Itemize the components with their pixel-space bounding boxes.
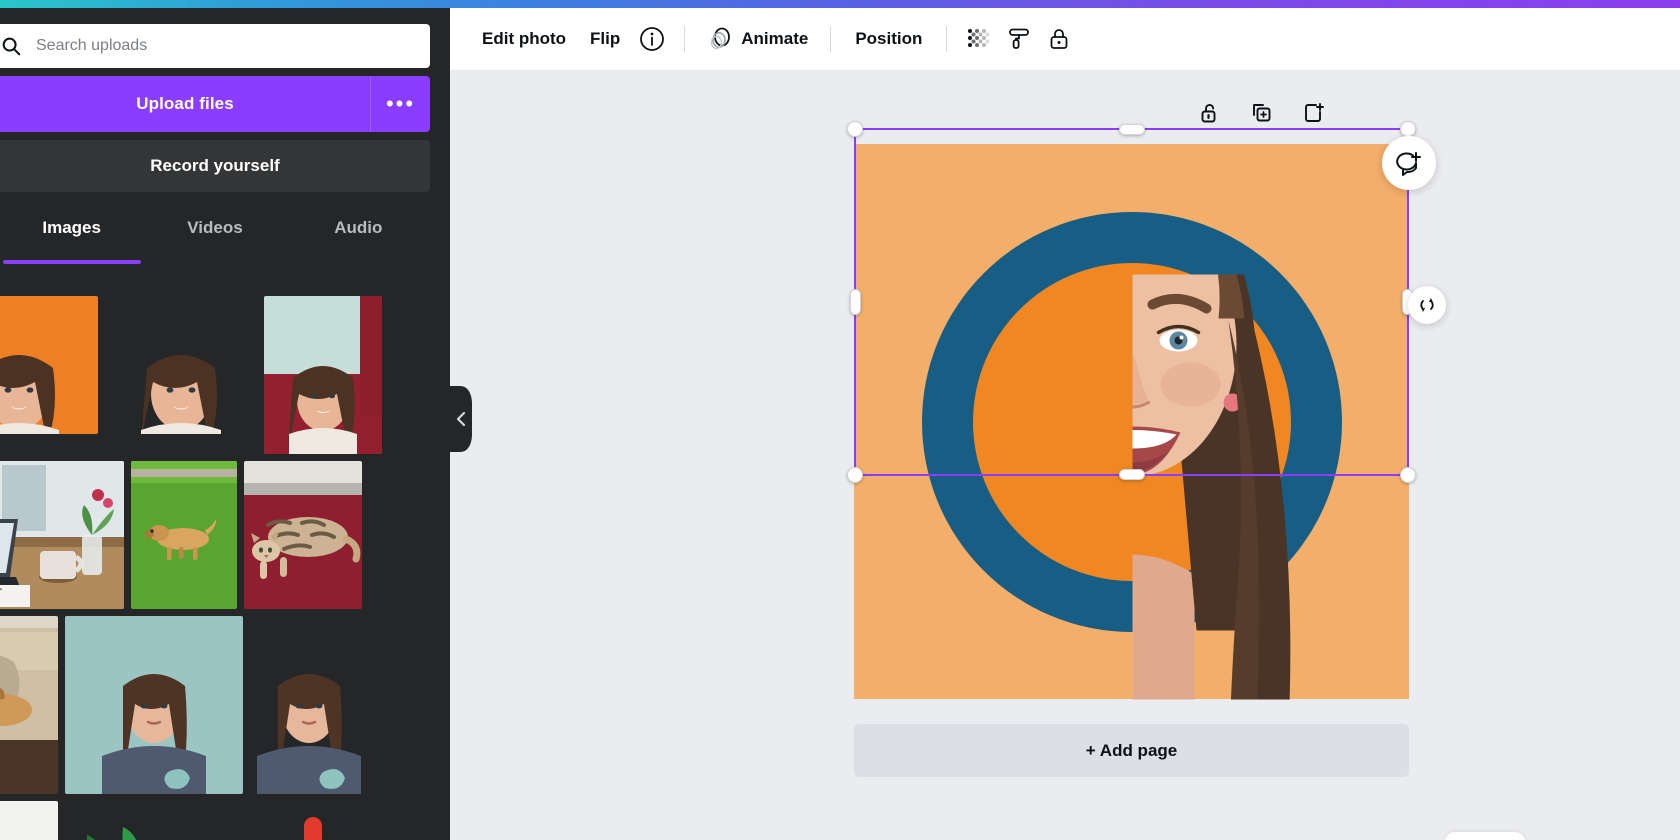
- resize-handle-bottom-left[interactable]: [847, 467, 863, 483]
- position-button[interactable]: Position: [843, 21, 934, 57]
- thumbnail-dog-on-grass[interactable]: [131, 461, 237, 609]
- selection-float-toolbar: [1195, 98, 1329, 128]
- paint-roller-button[interactable]: [999, 19, 1039, 59]
- tab-videos[interactable]: Videos: [143, 218, 286, 264]
- animate-label: Animate: [741, 29, 808, 49]
- paint-roller-icon: [1006, 26, 1032, 52]
- search-input[interactable]: [36, 37, 430, 55]
- uploads-row: [0, 801, 430, 840]
- resize-handle-top-left[interactable]: [847, 121, 863, 137]
- add-page-icon-button[interactable]: [1299, 98, 1329, 128]
- thumbnail-dogs-on-couch[interactable]: [0, 616, 58, 794]
- search-row: [0, 24, 430, 68]
- edit-photo-button[interactable]: Edit photo: [470, 21, 578, 57]
- flip-button[interactable]: Flip: [578, 21, 632, 57]
- animate-icon: [707, 26, 733, 52]
- sidebar-collapse-button[interactable]: [450, 386, 472, 452]
- transparency-button[interactable]: [959, 19, 999, 59]
- upload-options-button[interactable]: •••: [370, 76, 430, 132]
- add-comment-button[interactable]: [1382, 136, 1436, 190]
- rotate-icon: [1417, 295, 1437, 315]
- info-icon: [639, 26, 665, 52]
- bottom-panel-toggle[interactable]: [1445, 832, 1525, 840]
- thumbnail-portrait-teal-wall[interactable]: [264, 296, 382, 454]
- rotate-button[interactable]: [1408, 286, 1446, 324]
- toolbar-divider: [830, 26, 831, 52]
- editor-toolbar: Edit photo Flip Animate Position: [450, 8, 1680, 70]
- chevron-left-icon: [455, 411, 467, 427]
- uploads-tabs: Images Videos Audio: [0, 218, 430, 264]
- animate-button[interactable]: Animate: [697, 18, 818, 60]
- transparency-dots-icon: [966, 26, 992, 52]
- resize-handle-top-right[interactable]: [1400, 121, 1416, 137]
- thumbnail-portrait-cutout[interactable]: [250, 616, 368, 794]
- canva-editor-window: Upload files ••• Record yourself Images …: [0, 0, 1680, 840]
- uploads-row: [0, 461, 430, 609]
- add-page-button[interactable]: + Add page: [854, 724, 1409, 777]
- record-yourself-button[interactable]: Record yourself: [0, 140, 430, 192]
- add-page-icon: [1302, 101, 1326, 125]
- comment-add-icon: [1395, 149, 1423, 177]
- search-box[interactable]: [0, 24, 430, 68]
- thumbnail-portrait-orange-bg[interactable]: [0, 296, 98, 434]
- toolbar-divider: [684, 26, 685, 52]
- upload-row: Upload files •••: [0, 76, 430, 132]
- unlock-icon: [1198, 101, 1222, 125]
- resize-handle-middle-left[interactable]: [850, 289, 861, 315]
- uploads-grid: [0, 296, 430, 840]
- upload-files-button[interactable]: Upload files: [0, 76, 370, 132]
- thumbnail-desk-laptop-coffee[interactable]: [0, 461, 124, 609]
- selection-box[interactable]: [854, 128, 1409, 476]
- canvas-area[interactable]: + Add page: [450, 70, 1680, 840]
- uploads-row: [0, 616, 430, 794]
- info-button[interactable]: [632, 19, 672, 59]
- unlock-button[interactable]: [1195, 98, 1225, 128]
- thumbnail-portrait-sage-bg[interactable]: [65, 616, 243, 794]
- thumbnail-white-card[interactable]: [0, 801, 58, 840]
- thumbnail-cat-on-red-chair[interactable]: [244, 461, 362, 609]
- uploads-row: [0, 296, 430, 454]
- duplicate-button[interactable]: [1247, 98, 1277, 128]
- lock-button[interactable]: [1039, 19, 1079, 59]
- uploads-sidebar: Upload files ••• Record yourself Images …: [0, 0, 450, 840]
- lock-icon: [1046, 26, 1072, 52]
- tab-audio[interactable]: Audio: [287, 218, 430, 264]
- resize-handle-bottom-center[interactable]: [1119, 469, 1145, 480]
- resize-handle-top-center[interactable]: [1119, 124, 1145, 135]
- thumbnail-portrait-transparent-bg[interactable]: [105, 296, 257, 434]
- search-icon: [0, 35, 22, 57]
- thumbnail-confetti-graphic[interactable]: [250, 801, 368, 840]
- toolbar-divider: [946, 26, 947, 52]
- thumbnail-leaves-graphic[interactable]: [65, 801, 243, 840]
- tab-images[interactable]: Images: [0, 218, 143, 264]
- duplicate-icon: [1250, 101, 1274, 125]
- top-gradient-bar: [0, 0, 1680, 8]
- resize-handle-bottom-right[interactable]: [1400, 467, 1416, 483]
